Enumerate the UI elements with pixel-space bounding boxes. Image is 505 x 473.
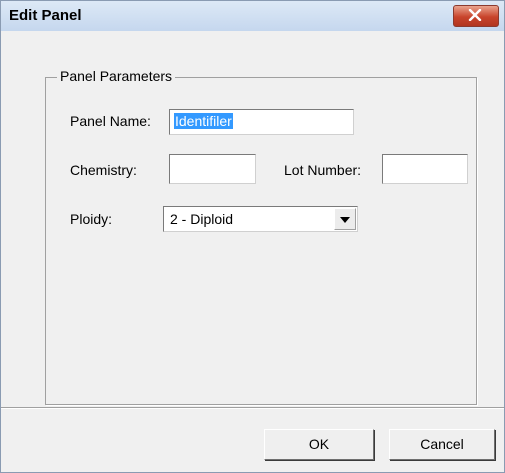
panel-name-value: Identifiler xyxy=(174,113,233,129)
lot-number-input[interactable] xyxy=(382,154,468,184)
footer-separator xyxy=(1,407,504,409)
lot-number-label: Lot Number: xyxy=(284,162,362,178)
edit-panel-dialog: Edit Panel Panel Parameters Panel Name: … xyxy=(0,0,505,473)
ok-button[interactable]: OK xyxy=(264,429,374,460)
dropdown-button[interactable] xyxy=(334,208,356,230)
ploidy-select[interactable]: 2 - Diploid xyxy=(163,206,358,232)
title-bar[interactable]: Edit Panel xyxy=(1,1,504,31)
chevron-down-icon xyxy=(340,217,350,223)
panel-name-input[interactable]: Identifiler xyxy=(169,109,354,135)
panel-name-label: Panel Name: xyxy=(70,113,151,129)
dialog-body: Panel Parameters Panel Name: Identifiler… xyxy=(1,31,504,472)
ploidy-label: Ploidy: xyxy=(70,211,113,227)
chemistry-label: Chemistry: xyxy=(70,162,137,178)
close-button[interactable] xyxy=(453,5,499,27)
group-label: Panel Parameters xyxy=(57,68,176,84)
close-icon xyxy=(468,9,482,21)
chemistry-input[interactable] xyxy=(169,154,256,184)
dialog-title: Edit Panel xyxy=(9,7,82,24)
cancel-button[interactable]: Cancel xyxy=(389,429,495,460)
ploidy-value: 2 - Diploid xyxy=(170,211,234,227)
